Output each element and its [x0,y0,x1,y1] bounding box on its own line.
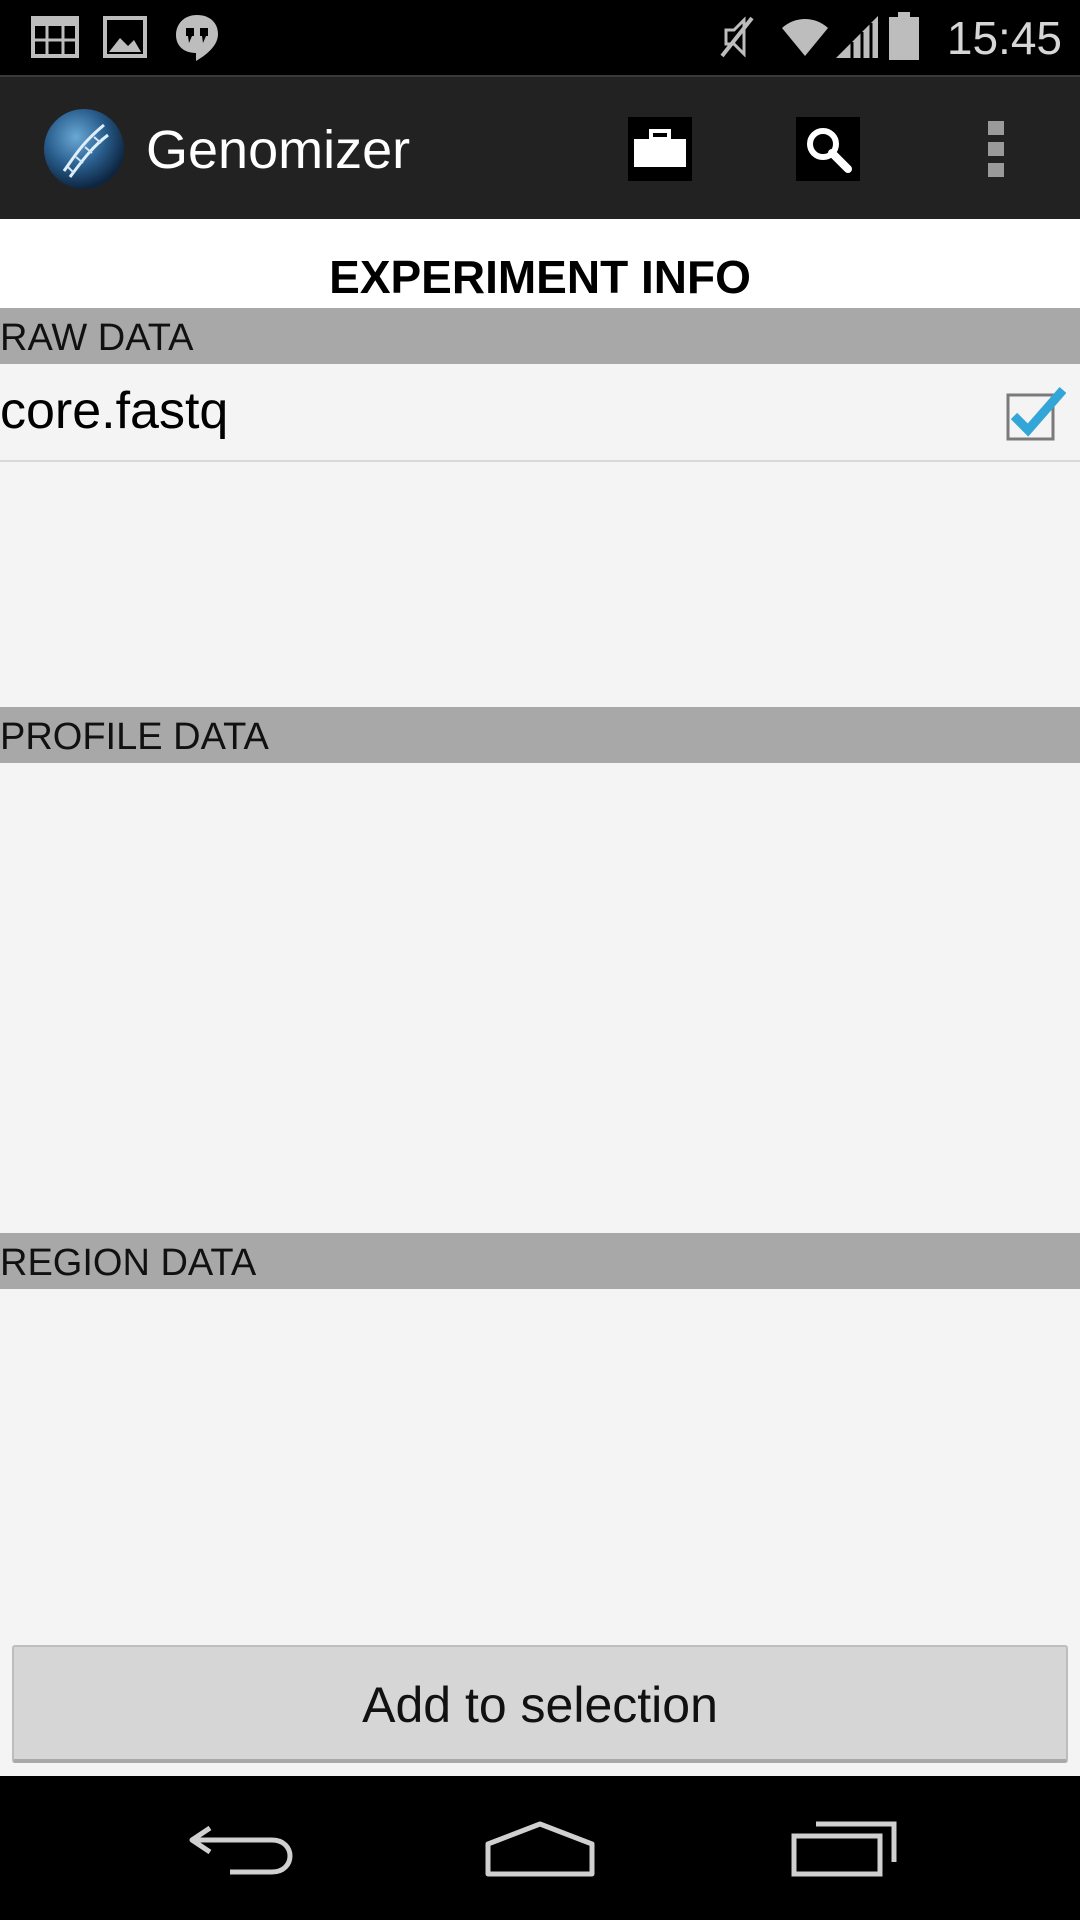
app-title: Genomizer [146,120,411,180]
page-title-row: EXPERIMENT INFO [0,219,1080,308]
home-icon[interactable] [480,1812,600,1882]
calendar-icon [30,12,80,62]
hangouts-icon [172,12,222,62]
battery-icon [886,12,922,62]
recents-icon[interactable] [790,1812,910,1882]
section-header-region: REGION DATA [0,1233,1080,1289]
file-checkbox[interactable] [1006,386,1067,442]
add-to-selection-button[interactable]: Add to selection [12,1645,1068,1763]
status-time: 15:45 [946,12,1062,64]
overflow-menu-icon[interactable] [978,117,1014,181]
wifi-icon [780,12,830,62]
action-bar: Genomizer [0,75,1080,219]
status-bar: 15:45 [0,0,1080,75]
list-item[interactable]: core.fastq [0,364,1080,462]
navigation-bar [0,1776,1080,1920]
file-name: core.fastq [0,382,229,440]
section-header-raw: RAW DATA [0,308,1080,364]
section-header-region-label: REGION DATA [0,1242,257,1284]
search-icon[interactable] [796,117,860,181]
section-header-raw-label: RAW DATA [0,317,194,359]
section-header-profile-label: PROFILE DATA [0,716,269,758]
signal-icon [832,12,882,62]
app-logo-icon[interactable] [42,107,126,191]
page-title: EXPERIMENT INFO [329,251,751,303]
back-icon[interactable] [180,1812,300,1882]
section-header-profile: PROFILE DATA [0,707,1080,763]
mute-icon [712,12,762,62]
briefcase-icon[interactable] [628,117,692,181]
screen: 15:45 Genomizer EXPERIMENT INFO RAW DATA… [0,0,1080,1920]
gallery-icon [100,12,150,62]
